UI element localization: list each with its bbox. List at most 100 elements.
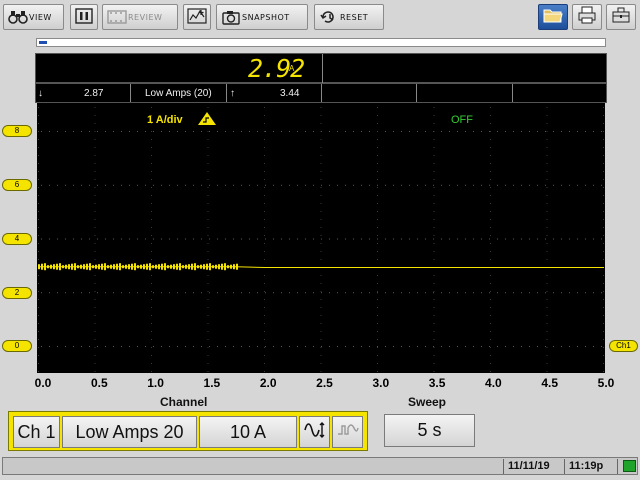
grid-dot <box>65 184 66 186</box>
probe-select-button[interactable]: Low Amps 20 <box>62 416 197 448</box>
channel-select-button[interactable]: Ch 1 <box>13 416 60 448</box>
view-button[interactable]: VIEW <box>3 4 64 30</box>
grid-dot <box>207 243 209 244</box>
binoculars-icon <box>7 8 29 26</box>
printer-icon <box>577 6 597 29</box>
grid-dot <box>289 184 290 186</box>
reset-button[interactable]: RESET <box>314 4 384 30</box>
cursor-button[interactable] <box>183 4 211 30</box>
grid-dot <box>603 187 604 188</box>
grid-dot <box>569 292 570 294</box>
grid-dot <box>38 331 39 332</box>
grid-dot <box>465 238 466 240</box>
grid-dot <box>94 291 96 292</box>
grid-dot <box>546 355 548 356</box>
grid-dot <box>337 292 338 294</box>
trace-sample <box>74 263 76 271</box>
grid-dot <box>169 131 170 132</box>
grid-dot <box>433 259 435 260</box>
grid-dot <box>369 131 370 132</box>
sweep-button[interactable]: 5 s <box>384 414 475 447</box>
grid-dot <box>94 155 96 156</box>
trace-sample <box>224 263 226 271</box>
grid-dot <box>38 355 39 356</box>
grid-dot <box>497 184 498 186</box>
grid-dot <box>207 107 209 108</box>
snapshot-button[interactable]: SNAPSHOT <box>216 4 308 30</box>
grid-dot <box>603 195 604 196</box>
trace-sample <box>56 263 58 270</box>
grid-dot <box>433 346 434 347</box>
status-separator <box>617 459 618 474</box>
grid-dot <box>81 131 82 132</box>
grid-dot <box>305 238 306 240</box>
grid-dot <box>177 238 178 240</box>
grid-dot <box>264 315 265 316</box>
grid-dot <box>577 131 578 132</box>
grid-dot <box>207 179 209 180</box>
grid-dot <box>345 346 346 347</box>
cursor-icon <box>187 8 207 26</box>
grid-dot <box>169 184 170 186</box>
grid-dot <box>537 346 538 347</box>
grid-dot <box>81 346 82 347</box>
print-button[interactable] <box>572 4 602 30</box>
grid-dot <box>320 355 322 356</box>
grid-dot <box>241 131 242 132</box>
grid-dot <box>89 184 90 186</box>
grid-dot <box>490 315 491 316</box>
grid-dot <box>207 323 209 324</box>
grid-dot <box>545 346 546 347</box>
review-button[interactable]: REVIEW <box>102 4 178 30</box>
channel-marker[interactable]: Ch1 <box>609 340 638 352</box>
grid-dot <box>546 339 548 340</box>
buffer-progress-bar[interactable] <box>36 38 606 47</box>
channel-controls: Ch 1 Low Amps 20 10 A <box>8 411 368 451</box>
trace-sample <box>146 263 148 270</box>
grid-dot <box>593 131 594 132</box>
range-button[interactable]: 10 A <box>199 416 297 448</box>
trace-sample <box>62 265 64 269</box>
grid-dot <box>151 147 152 148</box>
trace-sample <box>71 263 73 270</box>
status-bar: 11/11/19 11:19p <box>2 457 638 475</box>
grid-dot <box>473 346 474 347</box>
grid-dot <box>441 238 442 240</box>
grid-dot <box>561 346 562 347</box>
grid-dot <box>151 155 152 156</box>
filter-button[interactable] <box>332 416 363 448</box>
open-folder-button[interactable] <box>538 4 568 30</box>
grid-dot <box>38 235 39 236</box>
grid-dot <box>433 187 435 188</box>
grid-dot <box>473 292 474 294</box>
grid-dot <box>377 184 378 186</box>
grid-dot <box>113 292 114 294</box>
scope-screen: VIEW REVIEW SNAPSHOT RESET 2.92 A ↓ 2.87… <box>0 0 640 480</box>
grid-dot <box>513 184 514 186</box>
trace-sample <box>41 263 43 270</box>
grid-dot <box>417 184 418 186</box>
trace-sample <box>209 263 211 271</box>
grid-dot <box>38 163 39 164</box>
grid-dot <box>264 275 265 276</box>
grid-dot <box>38 299 39 300</box>
pause-button[interactable] <box>70 4 98 30</box>
grid-dot <box>537 292 538 294</box>
grid-dot <box>490 283 491 284</box>
trace-sample <box>167 265 169 269</box>
trace-sample <box>80 264 82 269</box>
grid-dot <box>481 184 482 186</box>
grid-dot <box>369 292 370 294</box>
grid-dot <box>601 292 602 294</box>
invert-button[interactable] <box>299 416 330 448</box>
trace-sample <box>38 264 40 270</box>
grid-dot <box>320 219 322 220</box>
waveform-invert-icon <box>303 420 327 445</box>
grid-dot <box>577 184 578 186</box>
grid-dot <box>185 131 186 132</box>
waveform-plot[interactable]: 1 A/div OFF <box>37 103 605 373</box>
grid-dot <box>377 299 378 300</box>
grid-dot <box>151 139 152 140</box>
toolbox-button[interactable] <box>606 4 636 30</box>
current-reading: 2.92 <box>248 54 305 83</box>
